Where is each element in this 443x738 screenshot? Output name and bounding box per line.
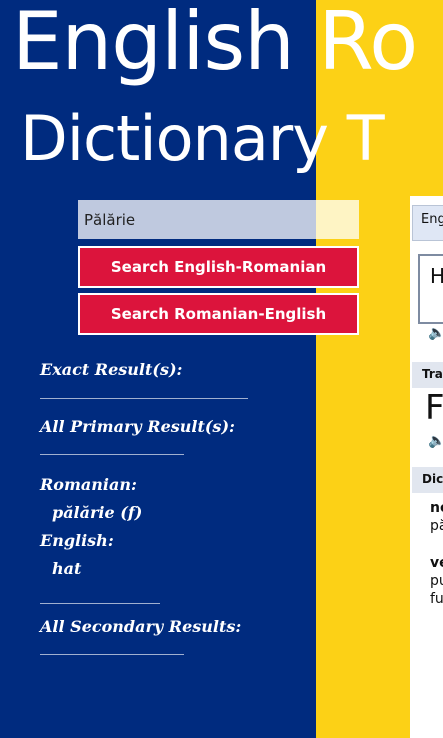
divider: __________________ [40,436,184,455]
dictionary-section-header: Dic [412,467,443,493]
entry-part-of-speech: ve [430,555,443,571]
speaker-icon[interactable]: 🔈 [428,325,443,345]
speaker-icon[interactable]: 🔈 [428,433,443,453]
app-title-line-1: English Ro [12,0,418,88]
search-english-romanian-button[interactable]: Search English-Romanian [78,246,359,288]
entry-text: pu [430,573,443,589]
language-selector[interactable]: Engl [412,205,443,241]
divider: _______________ [40,585,160,604]
divider: __________________________ [40,380,248,399]
entry-part-of-speech: no [430,500,443,516]
translator-input[interactable]: H [418,254,443,324]
english-label: English: [40,531,114,550]
romanian-label: Romanian: [40,475,137,494]
search-romanian-english-button[interactable]: Search Romanian-English [78,293,359,335]
entry-text: pă [430,518,443,534]
secondary-results-label: All Secondary Results: [40,617,242,636]
romanian-word: pălărie (f) [52,503,143,522]
translation-output: F [425,388,443,428]
exact-results-label: Exact Result(s): [40,360,183,379]
entry-text: fu [430,591,443,607]
primary-results-label: All Primary Result(s): [40,417,235,436]
english-word: hat [52,559,82,578]
app-title-line-2: Dictionary T [20,102,385,175]
translation-section-header: Tra [412,362,443,388]
search-input[interactable] [78,200,359,239]
divider: __________________ [40,636,184,655]
